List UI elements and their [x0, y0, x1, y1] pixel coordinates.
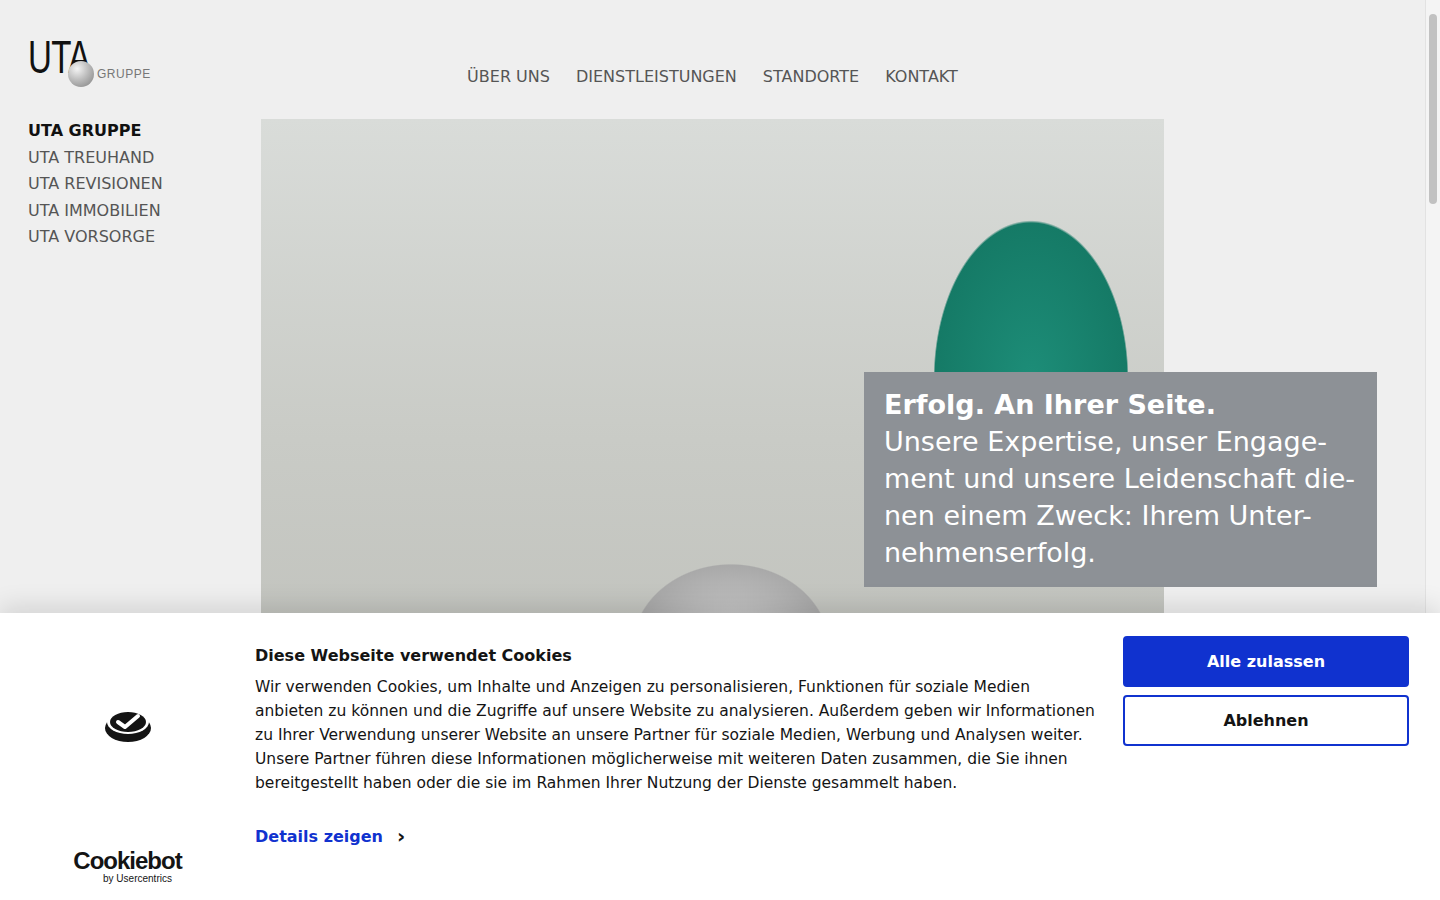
- cookie-body: Wir verwenden Cookies, um Inhalte und An…: [255, 675, 1095, 795]
- details-label: Details zeigen: [255, 827, 383, 846]
- nav-link[interactable]: DIENSTLEISTUNGEN: [576, 66, 737, 88]
- decline-button[interactable]: Ablehnen: [1123, 695, 1409, 746]
- sidebar-item[interactable]: UTA GRUPPE: [28, 118, 261, 145]
- hero-line: ment und unsere Leidenschaft die-: [884, 460, 1357, 497]
- cookie-banner: Cookiebotby Usercentrics Diese Webseite v…: [0, 613, 1440, 900]
- sidebar-item[interactable]: UTA TREUHAND: [28, 145, 261, 172]
- nav-link[interactable]: STANDORTE: [763, 66, 859, 88]
- hero-line: nehmenserfolg.: [884, 534, 1357, 571]
- hero-title: Erfolg. An Ihrer Seite.: [884, 386, 1357, 423]
- sidebar-item[interactable]: UTA IMMOBILIEN: [28, 198, 261, 225]
- cookie-text: Diese Webseite verwendet Cookies Wir verw…: [255, 613, 1095, 900]
- sphere-icon: [68, 61, 94, 87]
- cookiebot-icon: [104, 707, 152, 747]
- brand-sub: by Usercentrics: [103, 873, 172, 885]
- brand-name: Cookiebot: [73, 849, 181, 873]
- scrollbar-thumb[interactable]: [1429, 14, 1437, 204]
- logo-subtext: GRUPPE: [97, 68, 151, 80]
- chevron-icon: ›: [397, 826, 405, 846]
- hero-caption: Erfolg. An Ihrer Seite.Unsere Expertise,…: [864, 372, 1377, 587]
- cookie-buttons: Alle zulassen Ablehnen: [1095, 613, 1440, 900]
- sidebar-item[interactable]: UTA VORSORGE: [28, 224, 261, 251]
- main-nav: ÜBER UNS DIENSTLEISTUNGEN STANDORTE KONTAKT: [261, 0, 1164, 119]
- hero-line: Unsere Expertise, unser Engage-: [884, 423, 1357, 460]
- nav-link[interactable]: KONTAKT: [885, 66, 958, 88]
- allow-all-button[interactable]: Alle zulassen: [1123, 636, 1409, 687]
- cookie-brand-column: Cookiebotby Usercentrics: [0, 613, 255, 900]
- cookie-title: Diese Webseite verwendet Cookies: [255, 645, 1095, 667]
- sidebar-item[interactable]: UTA REVISIONEN: [28, 171, 261, 198]
- sidebar: UTA GRUPPEUTA TREUHANDUTA REVISIONENUTA …: [28, 118, 261, 251]
- hero-line: nen einem Zweck: Ihrem Unter-: [884, 497, 1357, 534]
- logo[interactable]: UTAGRUPPE: [28, 34, 261, 118]
- details-link[interactable]: Details zeigen ›: [255, 826, 1095, 846]
- cookiebot-logo: Cookiebotby Usercentrics: [73, 849, 181, 885]
- nav-link[interactable]: ÜBER UNS: [467, 66, 550, 88]
